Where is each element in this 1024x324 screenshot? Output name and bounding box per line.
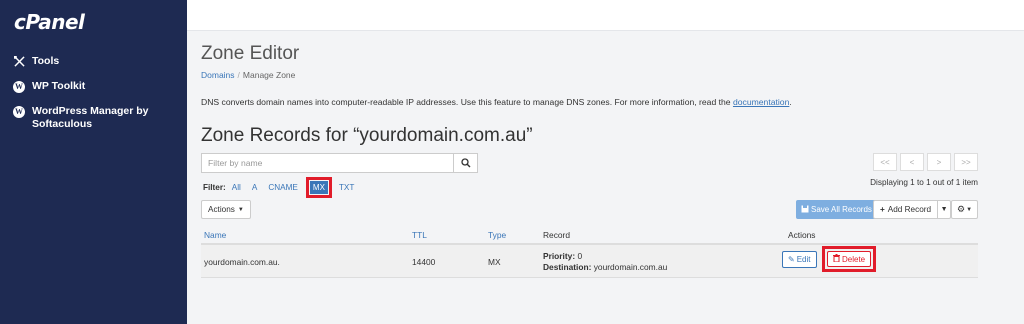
- search-input[interactable]: [202, 154, 453, 172]
- settings-dropdown[interactable]: ⚙ ▼: [951, 200, 978, 219]
- edit-label: Edit: [796, 255, 811, 264]
- column-actions: Actions: [788, 230, 816, 240]
- delete-label: Delete: [842, 254, 866, 264]
- last-page-button[interactable]: >>: [954, 153, 978, 171]
- sidebar-item-wordpress-manager[interactable]: W WordPress Manager by Softaculous: [12, 105, 177, 131]
- record-ttl: 14400: [412, 257, 436, 267]
- main-content: Zone Editor Domains / Manage Zone DNS conv…: [187, 31, 1024, 324]
- sidebar-item-label: WordPress Manager by Softaculous: [32, 105, 149, 130]
- filter-bar: Filter: All A CNAME MX TXT: [203, 176, 365, 198]
- record-value: Priority: 0 Destination: yourdomain.com.…: [543, 251, 667, 273]
- breadcrumb-current: Manage Zone: [242, 70, 296, 80]
- filter-txt[interactable]: TXT: [339, 183, 354, 192]
- description-text: DNS converts domain names into computer-…: [201, 97, 733, 107]
- add-record-label: Add Record: [887, 205, 932, 214]
- add-record-button[interactable]: + Add Record: [874, 201, 937, 218]
- column-ttl[interactable]: TTL: [412, 230, 427, 240]
- add-record-group: + Add Record ▼: [873, 200, 952, 219]
- delete-highlight: Delete: [822, 246, 877, 272]
- first-page-button[interactable]: <<: [873, 153, 897, 171]
- table-header: Name TTL Type Record Actions: [201, 225, 978, 245]
- actions-label: Actions: [208, 205, 235, 214]
- filter-cname[interactable]: CNAME: [268, 183, 298, 192]
- sidebar-item-label: WP Toolkit: [32, 80, 86, 92]
- sidebar-item-wp-toolkit[interactable]: W WP Toolkit: [12, 80, 177, 93]
- page-description: DNS converts domain names into computer-…: [201, 97, 792, 107]
- destination-label: Destination:: [543, 262, 592, 272]
- top-bar: [187, 0, 1024, 31]
- page-title: Zone Editor: [201, 43, 300, 64]
- trash-icon: [833, 254, 840, 264]
- documentation-link[interactable]: documentation: [733, 97, 789, 107]
- table-row: yourdomain.com.au. 14400 MX Priority: 0 …: [201, 245, 978, 278]
- search-box: [201, 153, 478, 173]
- destination-value: yourdomain.com.au: [593, 262, 668, 272]
- sidebar: cPanel Tools W WP Toolkit W WordPress Ma…: [0, 0, 187, 324]
- actions-dropdown[interactable]: Actions ▼: [201, 200, 251, 219]
- pagination: << < > >>: [870, 153, 978, 171]
- save-all-label: Save All Records: [811, 205, 872, 214]
- filter-label: Filter:: [203, 182, 226, 192]
- sidebar-item-label: Tools: [32, 55, 60, 67]
- edit-button[interactable]: ✎ Edit: [782, 251, 817, 268]
- search-icon: [460, 158, 470, 168]
- plus-icon: +: [880, 205, 885, 214]
- sidebar-item-tools[interactable]: Tools: [12, 55, 177, 68]
- displaying-count: Displaying 1 to 1 out of 1 item: [870, 178, 978, 187]
- column-name[interactable]: Name: [204, 230, 226, 240]
- next-page-button[interactable]: >: [927, 153, 951, 171]
- caret-down-icon: ▼: [940, 206, 948, 213]
- zone-records-table: Name TTL Type Record Actions yourdomain.…: [201, 225, 978, 278]
- delete-button[interactable]: Delete: [827, 251, 872, 267]
- column-record: Record: [543, 230, 570, 240]
- tools-icon: [12, 55, 26, 68]
- zone-heading: Zone Records for “yourdomain.com.au”: [201, 125, 533, 146]
- breadcrumb-domains[interactable]: Domains: [201, 70, 235, 80]
- search-button[interactable]: [453, 154, 477, 172]
- filter-a[interactable]: A: [252, 183, 257, 192]
- caret-down-icon: ▼: [966, 206, 973, 213]
- wordpress-icon: W: [13, 80, 25, 93]
- prev-page-button[interactable]: <: [900, 153, 924, 171]
- description-end: .: [789, 97, 792, 107]
- filter-all[interactable]: All: [232, 183, 241, 192]
- filter-mx-highlight: MX: [305, 176, 332, 198]
- column-type[interactable]: Type: [488, 230, 506, 240]
- pencil-icon: ✎: [788, 255, 795, 264]
- save-all-records-button[interactable]: Save All Records: [796, 200, 877, 219]
- save-icon: [801, 205, 809, 215]
- add-record-caret-button[interactable]: ▼: [937, 201, 950, 218]
- filter-mx[interactable]: MX: [309, 180, 328, 194]
- caret-down-icon: ▼: [237, 206, 244, 213]
- breadcrumb: Domains / Manage Zone: [201, 70, 296, 80]
- priority-value: 0: [577, 251, 583, 261]
- cpanel-logo[interactable]: cPanel: [14, 10, 85, 34]
- gear-icon: ⚙: [956, 204, 966, 214]
- priority-label: Priority:: [543, 251, 576, 261]
- record-name: yourdomain.com.au.: [204, 257, 280, 267]
- record-type: MX: [488, 257, 501, 267]
